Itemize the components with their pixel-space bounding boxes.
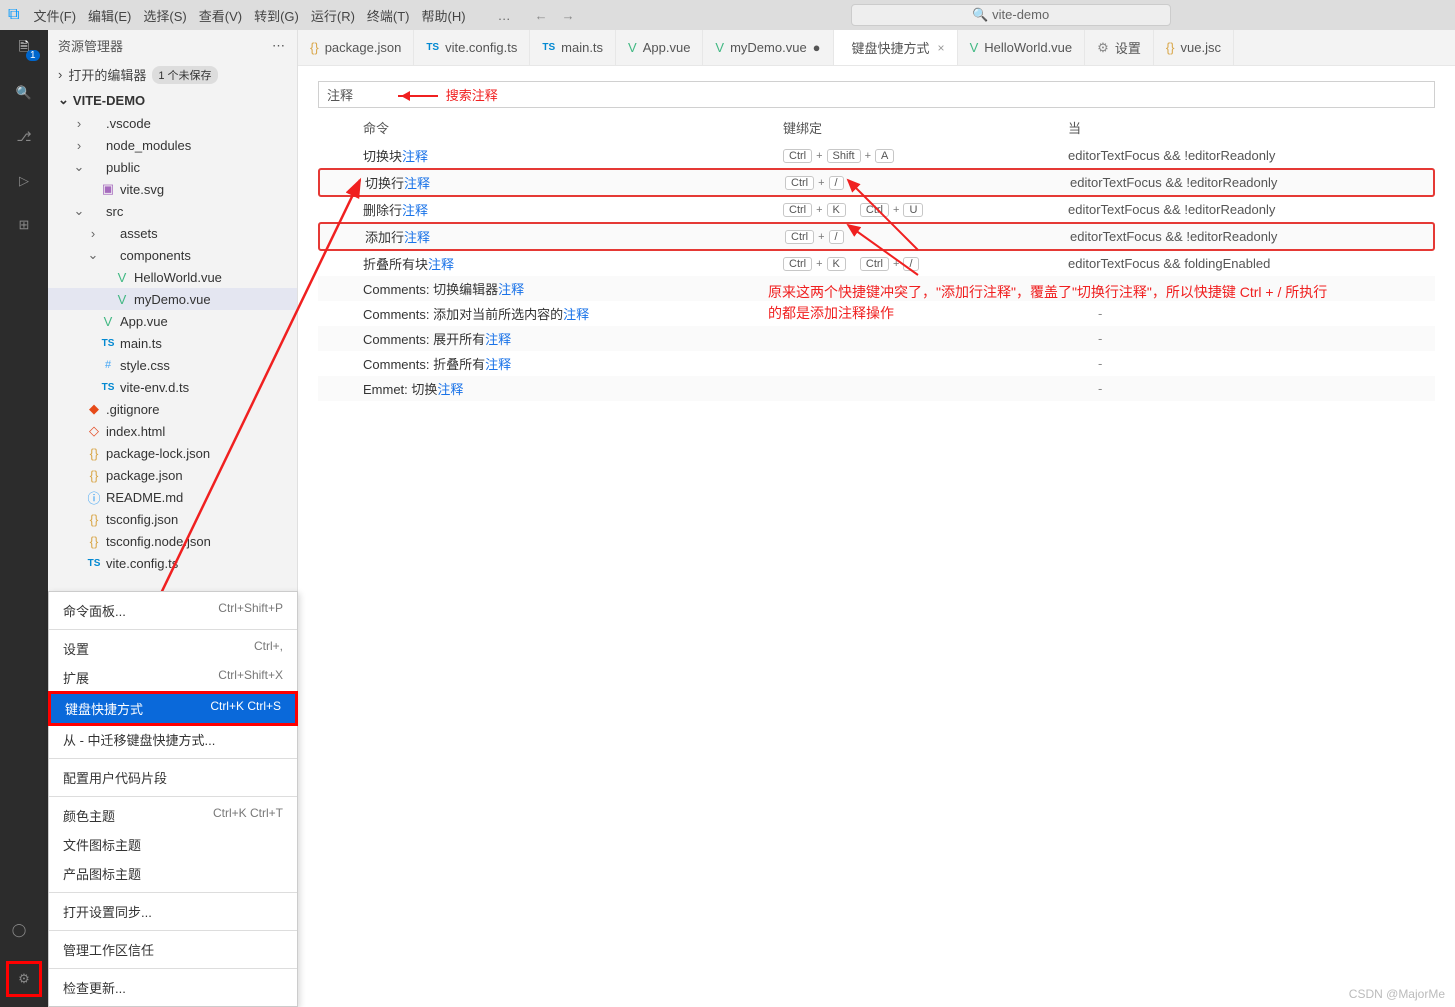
shortcut-row[interactable]: Comments: 切换编辑器注释- <box>318 276 1435 301</box>
editor-tabs: {}package.jsonTSvite.config.tsTSmain.tsV… <box>298 30 1455 66</box>
editor-area: {}package.jsonTSvite.config.tsTSmain.tsV… <box>298 30 1455 1007</box>
menu-item[interactable]: 运行(R) <box>311 9 355 24</box>
context-menu-item[interactable]: 扩展Ctrl+Shift+X <box>49 663 297 692</box>
watermark: CSDN @MajorMe <box>1349 987 1445 1001</box>
command-center[interactable]: 🔍 vite-demo <box>851 4 1171 26</box>
context-menu-item[interactable]: 从 - 中迁移键盘快捷方式... <box>49 725 297 754</box>
accounts-icon[interactable]: ◯ <box>6 917 32 943</box>
shortcut-search-input[interactable] <box>318 81 1435 108</box>
context-menu-item[interactable]: 配置用户代码片段 <box>49 763 297 792</box>
more-icon[interactable]: ⋯ <box>272 38 287 54</box>
editor-tab[interactable]: VHelloWorld.vue <box>958 30 1086 65</box>
tree-file[interactable]: {}package-lock.json <box>48 442 297 464</box>
tree-folder[interactable]: ⌄src <box>48 200 297 222</box>
shortcut-row[interactable]: 切换块注释Ctrl+Shift+AeditorTextFocus && !edi… <box>318 143 1435 168</box>
shortcut-row[interactable]: Comments: 添加对当前所选内容的注释- <box>318 301 1435 326</box>
context-menu-item[interactable]: 产品图标主题 <box>49 859 297 888</box>
tree-file[interactable]: VApp.vue <box>48 310 297 332</box>
extensions-icon[interactable]: ⊞ <box>11 212 37 238</box>
menu-item[interactable]: 文件(F) <box>33 9 76 24</box>
tree-folder[interactable]: ›node_modules <box>48 134 297 156</box>
tree-file[interactable]: TSmain.ts <box>48 332 297 354</box>
explorer-icon[interactable]: 🗎1 <box>11 36 37 62</box>
tree-file[interactable]: VHelloWorld.vue <box>48 266 297 288</box>
keyboard-shortcuts-panel: 搜索注释 命令 键绑定 当 切换块注释Ctrl+Shift+AeditorTex… <box>298 66 1455 416</box>
shortcut-row[interactable]: Comments: 展开所有注释- <box>318 326 1435 351</box>
menu-bar: ⧉ 文件(F) 编辑(E) 选择(S) 查看(V) 转到(G) 运行(R) 终端(T) 帮助(… <box>0 0 1455 30</box>
shortcut-table-header: 命令 键绑定 当 <box>318 108 1435 143</box>
context-menu-item[interactable]: 设置Ctrl+, <box>49 634 297 663</box>
tree-folder[interactable]: ⌄public <box>48 156 297 178</box>
gear-icon[interactable]: ⚙ <box>11 966 37 992</box>
context-menu-item[interactable]: 键盘快捷方式Ctrl+K Ctrl+S <box>48 691 298 726</box>
menu-item[interactable]: 查看(V) <box>199 9 242 24</box>
context-menu-item[interactable]: 管理工作区信任 <box>49 935 297 964</box>
editor-tab[interactable]: {}vue.jsc <box>1154 30 1234 65</box>
tree-file[interactable]: {}package.json <box>48 464 297 486</box>
activity-bar: 🗎1 🔍 ⎇ ▷ ⊞ ◯ ⚙ <box>0 30 48 1007</box>
tree-folder[interactable]: ›.vscode <box>48 112 297 134</box>
shortcut-row[interactable]: 添加行注释Ctrl+/editorTextFocus && !editorRea… <box>318 222 1435 251</box>
shortcut-row[interactable]: Emmet: 切换注释- <box>318 376 1435 401</box>
context-menu-item[interactable]: 检查更新... <box>49 973 297 1002</box>
tree-file[interactable]: ⓘREADME.md <box>48 486 297 508</box>
tree-folder[interactable]: ›assets <box>48 222 297 244</box>
editor-tab[interactable]: ⚙设置 <box>1085 30 1154 65</box>
context-menu-item[interactable]: 打开设置同步... <box>49 897 297 926</box>
editor-tab[interactable]: VmyDemo.vue● <box>703 30 833 65</box>
tree-file[interactable]: ▣vite.svg <box>48 178 297 200</box>
menu-item[interactable]: 转到(G) <box>254 9 299 24</box>
unsaved-badge: 1 个未保存 <box>152 66 217 84</box>
editor-tab[interactable]: VApp.vue <box>616 30 703 65</box>
shortcut-row[interactable]: 折叠所有块注释Ctrl+KCtrl+/editorTextFocus && fo… <box>318 251 1435 276</box>
tree-file[interactable]: TSvite.config.ts <box>48 552 297 574</box>
open-editors-section[interactable]: ›打开的编辑器 1 个未保存 <box>48 61 297 88</box>
editor-tab[interactable]: TSvite.config.ts <box>414 30 530 65</box>
context-menu-item[interactable]: 命令面板...Ctrl+Shift+P <box>49 596 297 625</box>
editor-tab[interactable]: TSmain.ts <box>530 30 616 65</box>
settings-context-menu: 命令面板...Ctrl+Shift+P 设置Ctrl+,扩展Ctrl+Shift+… <box>48 591 298 1007</box>
workspace-root[interactable]: ⌄VITE-DEMO <box>48 88 297 112</box>
tree-file[interactable]: {}tsconfig.json <box>48 508 297 530</box>
editor-tab[interactable]: 键盘快捷方式× <box>834 30 958 65</box>
editor-tab[interactable]: {}package.json <box>298 30 414 65</box>
tree-folder[interactable]: ⌄components <box>48 244 297 266</box>
shortcut-row[interactable]: 切换行注释Ctrl+/editorTextFocus && !editorRea… <box>318 168 1435 197</box>
menu-item[interactable]: 编辑(E) <box>88 9 131 24</box>
context-menu-item[interactable]: 文件图标主题 <box>49 830 297 859</box>
search-icon[interactable]: 🔍 <box>11 80 37 106</box>
shortcut-row[interactable]: 删除行注释Ctrl+KCtrl+UeditorTextFocus && !edi… <box>318 197 1435 222</box>
menu-item[interactable]: 终端(T) <box>367 9 410 24</box>
tree-file[interactable]: ◇index.html <box>48 420 297 442</box>
menu-item[interactable]: 选择(S) <box>143 9 186 24</box>
tree-file[interactable]: #style.css <box>48 354 297 376</box>
app-icon: ⧉ <box>8 6 19 24</box>
run-debug-icon[interactable]: ▷ <box>11 168 37 194</box>
explorer-header: 资源管理器⋯ <box>48 30 297 61</box>
context-menu-item[interactable]: 颜色主题Ctrl+K Ctrl+T <box>49 801 297 830</box>
menu-item[interactable]: 帮助(H) <box>422 9 466 24</box>
tree-file[interactable]: TSvite-env.d.ts <box>48 376 297 398</box>
source-control-icon[interactable]: ⎇ <box>11 124 37 150</box>
shortcut-row[interactable]: Comments: 折叠所有注释- <box>318 351 1435 376</box>
tree-file[interactable]: VmyDemo.vue <box>48 288 297 310</box>
tree-file[interactable]: ◆.gitignore <box>48 398 297 420</box>
tree-file[interactable]: {}tsconfig.node.json <box>48 530 297 552</box>
